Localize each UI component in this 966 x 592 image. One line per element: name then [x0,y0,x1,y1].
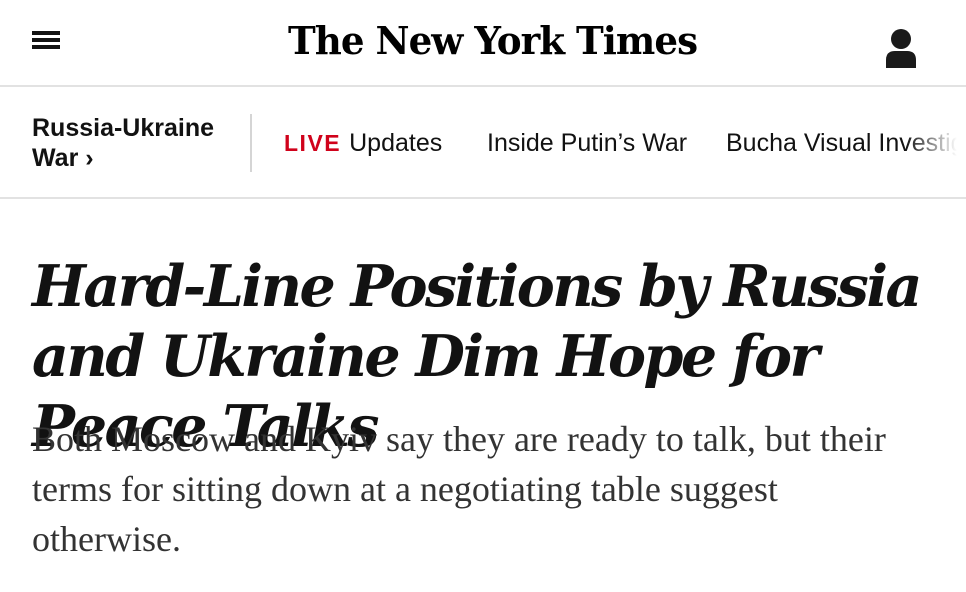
nav-item-live-updates[interactable]: LIVE Updates [284,128,442,158]
nav-overflow-fade [906,88,966,197]
live-badge: LIVE [284,130,342,156]
nyt-logo[interactable]: The New York Times [288,16,698,66]
section-link-russia-ukraine-war[interactable]: Russia-Ukraine War › [32,113,242,173]
nav-divider [250,114,252,172]
menu-bar [32,31,60,35]
user-account-icon[interactable] [884,28,918,68]
hamburger-menu-icon[interactable] [32,29,60,51]
article-summary: Both Moscow and Kyiv say they are ready … [32,419,886,559]
nyt-article-page: The New York Times Russia-Ukraine War › … [0,0,966,592]
user-silhouette-icon [886,29,916,68]
nav-item-label: Updates [349,129,443,157]
masthead: The New York Times [0,0,966,87]
section-nav: Russia-Ukraine War › LIVE Updates Inside … [0,88,966,199]
nav-item-inside-putins-war[interactable]: Inside Putin’s War [487,128,687,158]
menu-bar [32,45,60,49]
menu-bar [32,38,60,42]
